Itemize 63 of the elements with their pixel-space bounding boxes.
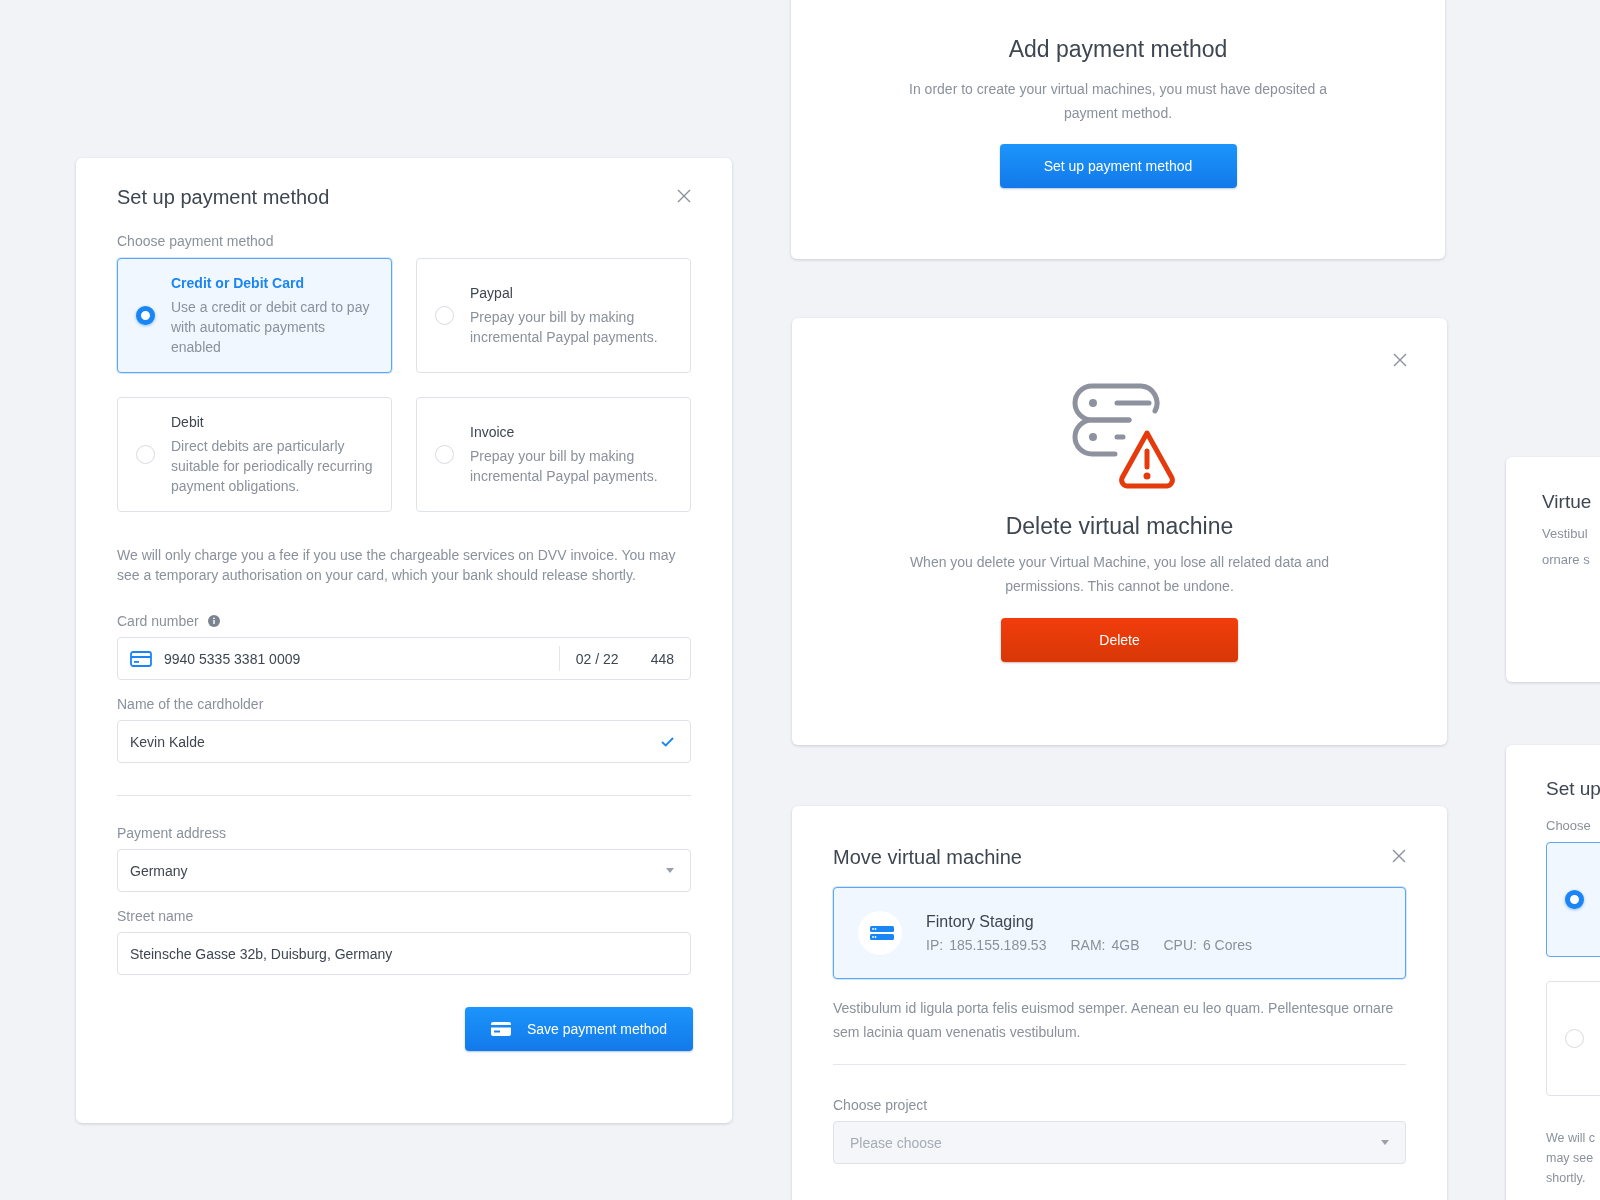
payment-option[interactable]: Paypal Prepay your bill by making incremental Paypal payments. — [416, 258, 691, 373]
ram-label: RAM: — [1070, 937, 1106, 953]
ram-value: 4GB — [1111, 937, 1140, 953]
card-number-field[interactable]: 9940 5335 3381 0009 02 / 22 448 — [117, 637, 691, 680]
option-description: Direct debits are particularly suitable for periodically recurring payment obligations. — [171, 436, 374, 496]
radio-button[interactable] — [136, 306, 155, 325]
card-description: In order to create your virtual machines, you must have deposited a payment method. — [908, 80, 1328, 123]
machine-name: Fintory Staging — [926, 913, 1035, 931]
option-description: Use a credit or debit card to pay with automatic payments enabled — [171, 297, 371, 357]
card-text-line: Vestibul — [1542, 525, 1589, 543]
note-line: may see — [1546, 1150, 1595, 1167]
note-line: We will c — [1546, 1130, 1597, 1147]
option-title: Invoice — [470, 423, 516, 440]
fee-note: We will only charge you a fee if you use the chargeable services on DVV invoice. You may see a temporary authorisation on your card, which your bank should release shortly. — [117, 546, 677, 585]
dialog-title: Delete virtual machine — [1005, 513, 1234, 540]
dropdown-caret-icon — [1381, 1140, 1389, 1145]
card-icon — [490, 1022, 511, 1036]
card-expiry: 02 / 22 — [575, 650, 619, 667]
country-select[interactable]: Germany — [117, 849, 691, 892]
machine-item[interactable]: Fintory Staging IP: 185.155.189.53 RAM: 4GB CPU: 6 Cores — [833, 887, 1406, 979]
info-icon[interactable] — [207, 615, 220, 627]
street-field[interactable]: Steinsche Gasse 32b, Duisburg, Germany — [117, 932, 691, 975]
ip-label: IP: — [926, 937, 944, 953]
card-number: 9940 5335 3381 0009 — [164, 650, 302, 667]
payment-option[interactable]: Debit Direct debits are particularly suitable for periodically recurring payment obligations. — [117, 397, 392, 512]
cpu-label: CPU: — [1163, 937, 1197, 953]
field-label: Payment address — [117, 825, 227, 841]
dropdown-caret-icon — [666, 868, 674, 873]
field-label: Card number — [117, 613, 199, 629]
option-description: Prepay your bill by making incremental Paypal payments. — [470, 446, 659, 486]
dialog-description: Vestibulum id ligula porta felis euismod semper. Aenean eu leo quam. Pellentesque ornare sem lacinia quam venenatis vestibulum. — [833, 999, 1395, 1042]
card-title: Add payment method — [1008, 36, 1228, 63]
cardholder-name: Kevin Kalde — [130, 733, 206, 750]
dialog-description: When you delete your Virtual Machine, you lose all related data and permissions. This cannot be undone. — [908, 553, 1331, 596]
server-icon — [858, 911, 902, 955]
note-line: shortly. — [1546, 1170, 1587, 1187]
card-text-line: ornare s — [1542, 551, 1591, 569]
close-icon[interactable] — [1393, 353, 1407, 367]
close-icon[interactable] — [1392, 849, 1406, 863]
ip-value: 185.155.189.53 — [949, 937, 1047, 953]
section-label: Choose payment method — [117, 233, 275, 249]
field-label: Name of the cardholder — [117, 696, 265, 712]
field-label: Street name — [117, 908, 195, 924]
field-label: Choose project — [833, 1097, 929, 1113]
section-label: Choose — [1546, 818, 1592, 833]
save-button[interactable]: Save payment method — [465, 1007, 693, 1051]
setup-button[interactable]: Set up payment method — [999, 144, 1237, 188]
delete-button[interactable]: Delete — [1001, 618, 1238, 662]
option-title: Credit or Debit Card — [171, 274, 305, 291]
close-icon[interactable] — [677, 189, 691, 203]
dialog-title: Set up payment method — [117, 186, 330, 209]
option-description: Prepay your bill by making incremental Paypal payments. — [470, 307, 659, 347]
radio-button[interactable] — [1565, 890, 1584, 909]
option-title: Paypal — [470, 284, 514, 301]
payment-option[interactable]: Invoice Prepay your bill by making incremental Paypal payments. — [416, 397, 691, 512]
cardholder-field[interactable]: Kevin Kalde — [117, 720, 691, 763]
credit-card-icon — [130, 650, 152, 667]
card-cvc: 448 — [650, 650, 674, 667]
cpu-value: 6 Cores — [1202, 937, 1252, 953]
dialog-title: Move virtual machine — [833, 846, 1022, 869]
dialog-title: Set up — [1546, 778, 1600, 800]
card-title: Virtue — [1542, 491, 1593, 513]
option-title: Debit — [171, 413, 205, 430]
